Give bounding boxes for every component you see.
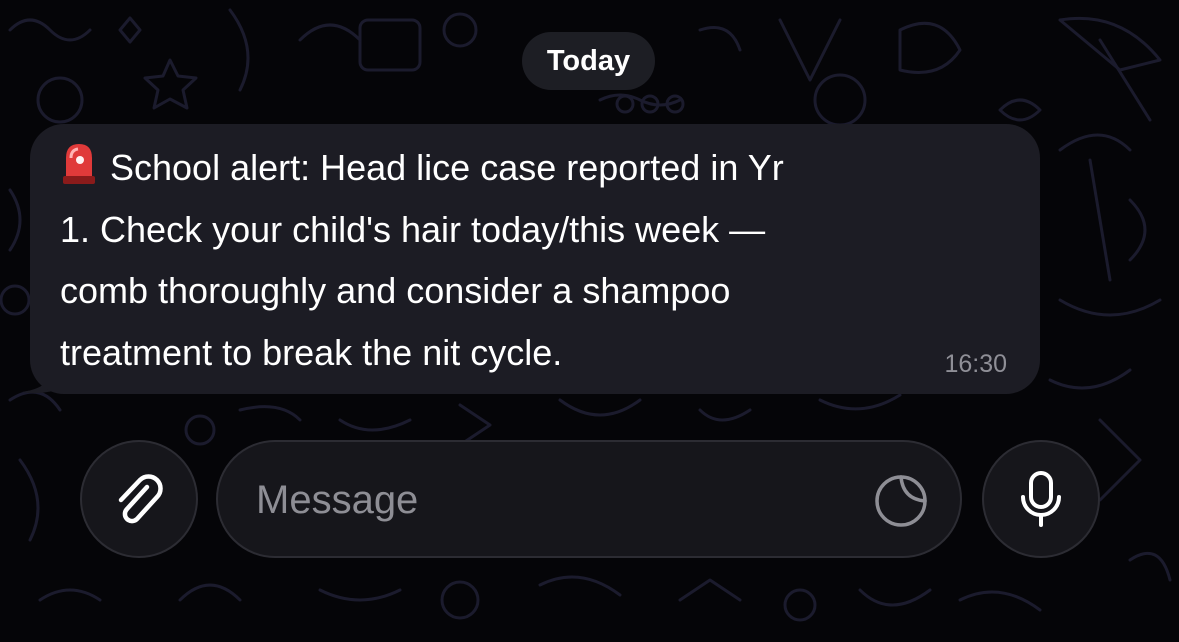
message-text: School alert: Head lice case reported in…: [60, 137, 1020, 383]
message-input[interactable]: [254, 462, 838, 538]
paperclip-icon: [118, 474, 163, 524]
sticker-button[interactable]: [872, 472, 930, 530]
message-input-container[interactable]: [216, 440, 962, 558]
message-line: comb thoroughly and consider a shampoo: [60, 270, 731, 311]
message-timestamp: 16:30: [944, 350, 1007, 378]
microphone-icon: [1021, 471, 1061, 527]
attach-button[interactable]: [80, 440, 198, 558]
sticker-icon: [875, 475, 927, 527]
siren-emoji-icon: [63, 144, 95, 184]
message-line: School alert: Head lice case reported in…: [60, 137, 1020, 199]
message-line: treatment to break the nit cycle.: [60, 331, 563, 373]
message-line: 1. Check your child's hair today/this we…: [60, 208, 766, 250]
microphone-button[interactable]: [982, 440, 1100, 558]
date-separator: Today: [522, 32, 655, 90]
